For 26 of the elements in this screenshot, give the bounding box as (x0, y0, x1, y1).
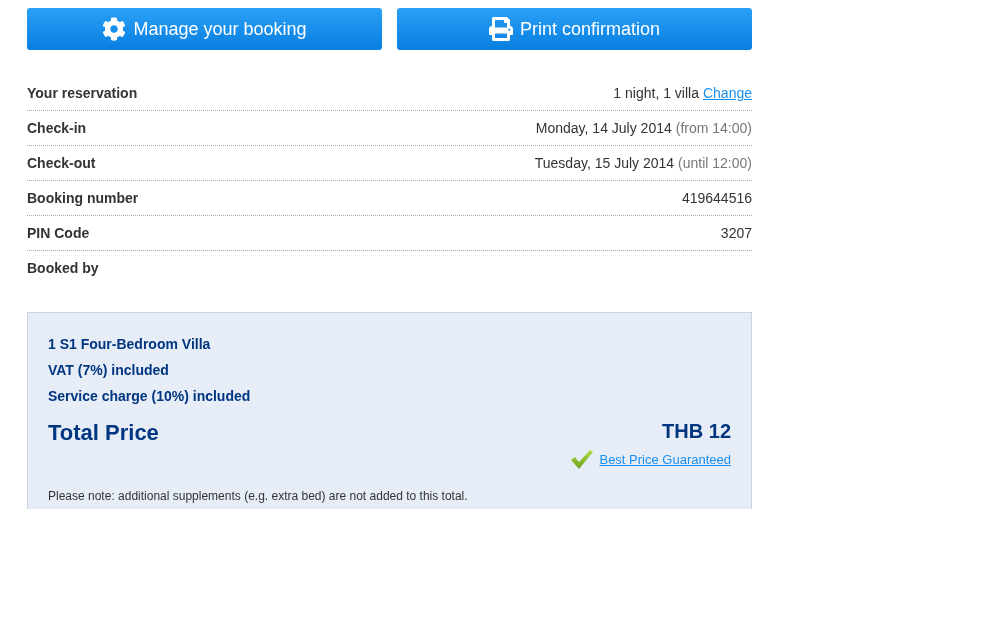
best-price-link[interactable]: Best Price Guaranteed (599, 451, 731, 467)
row-value: 419644516 (681, 190, 752, 206)
total-price: THB 12 (662, 419, 731, 444)
row-value: Tuesday, 15 July 2014 (534, 155, 675, 171)
price-item: Service charge (10%) included (48, 387, 252, 406)
row-label: Your reservation (27, 85, 138, 101)
checkmark-icon (571, 449, 594, 469)
row-value: 1 night, 1 villa (613, 85, 699, 101)
row-label: Booking number (27, 190, 139, 206)
time-note: (from 14:00) (675, 120, 752, 136)
row-value: Monday, 14 July 2014 (535, 120, 672, 136)
printer-icon (488, 17, 513, 41)
print-button[interactable]: Print confirmation (397, 8, 752, 50)
row-label: Booked by (27, 260, 99, 276)
time-note: (until 12:00) (678, 155, 752, 171)
price-item: 1 S1 Four-Bedroom Villa (48, 335, 212, 354)
row-label: Check-out (27, 155, 96, 171)
row-value: 3207 (720, 225, 752, 241)
row-label: PIN Code (27, 225, 90, 241)
price-item: VAT (7%) included (48, 361, 170, 380)
gear-icon (102, 17, 127, 41)
price-note: Please note: additional supplements (e.g. extra bed) are not added to this total. (48, 488, 469, 504)
manage-button[interactable]: Manage your booking (27, 8, 382, 50)
total-label: Total Price (48, 419, 159, 447)
row-label: Check-in (27, 120, 87, 136)
change-link[interactable]: Change (702, 85, 752, 101)
